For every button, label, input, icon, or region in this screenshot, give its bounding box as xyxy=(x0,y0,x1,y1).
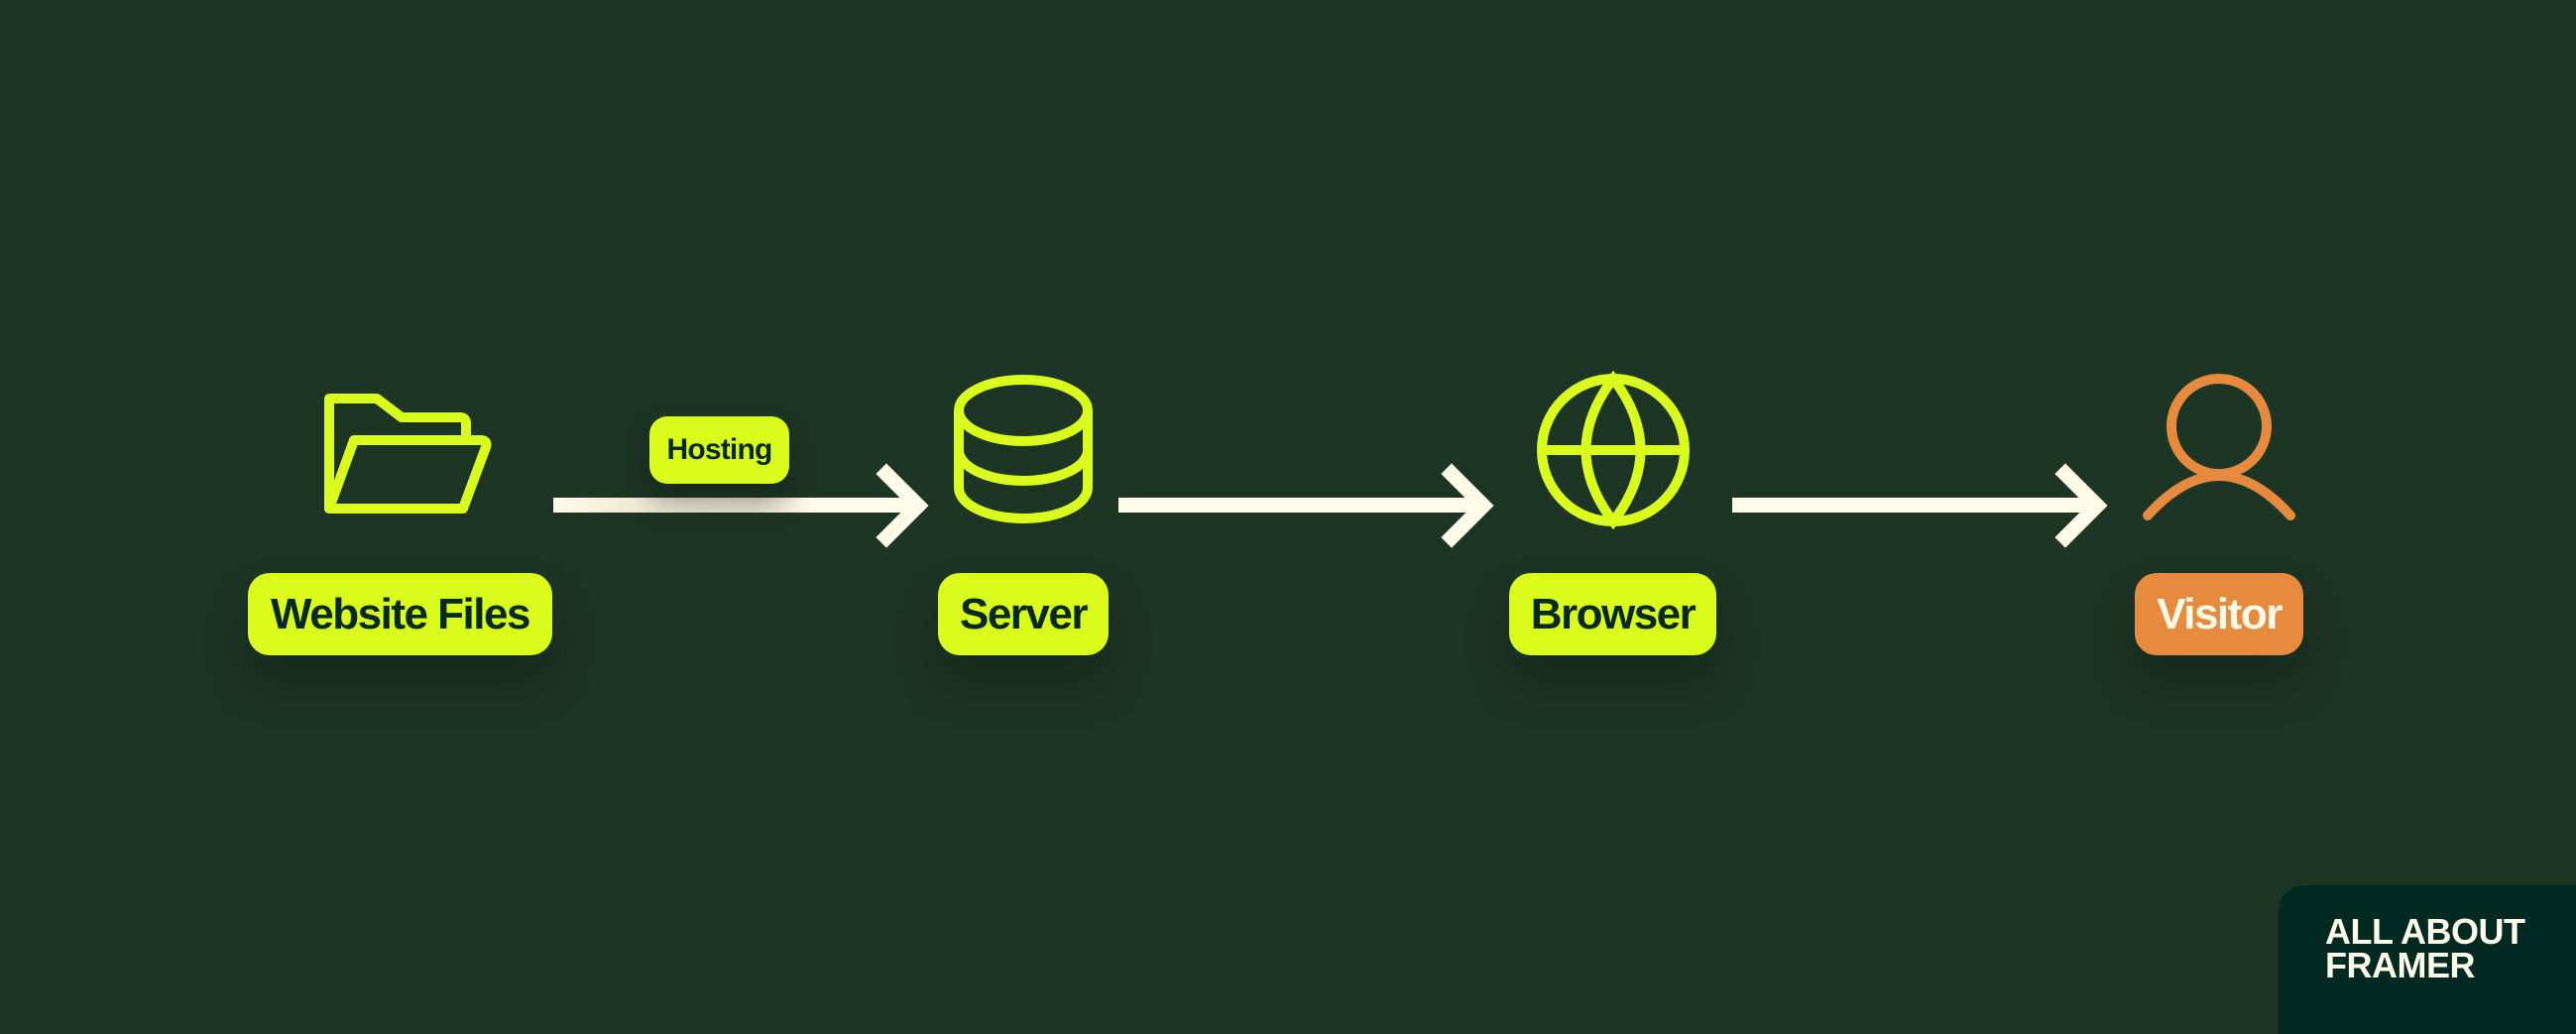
browser-label: Browser xyxy=(1509,573,1716,655)
logo-line-1: ALL ABOUT xyxy=(2325,911,2525,952)
arrow-server-to-browser xyxy=(1118,463,1494,548)
arrow-shaft xyxy=(1732,498,2094,513)
diagram-graphics xyxy=(324,370,2295,548)
server-label: Server xyxy=(938,573,1109,655)
hosting-edge-label: Hosting xyxy=(649,416,789,484)
website-files-label: Website Files xyxy=(248,573,552,655)
arrow-shaft xyxy=(553,498,915,513)
folder-open-icon xyxy=(324,394,492,514)
arrow-shaft xyxy=(1118,498,1480,513)
arrow-browser-to-visitor xyxy=(1732,463,2108,548)
logo-text: ALL ABOUT FRAMER xyxy=(2325,911,2525,985)
globe-icon xyxy=(1537,370,1690,530)
diagram-canvas: Hosting Website Files Server Browser Vis… xyxy=(0,0,2576,1034)
visitor-label: Visitor xyxy=(2135,573,2303,655)
database-icon xyxy=(954,375,1093,523)
logo-line-2: FRAMER xyxy=(2325,945,2475,985)
all-about-framer-logo: ALL ABOUT FRAMER xyxy=(2279,885,2576,1034)
user-icon xyxy=(2143,374,2295,520)
